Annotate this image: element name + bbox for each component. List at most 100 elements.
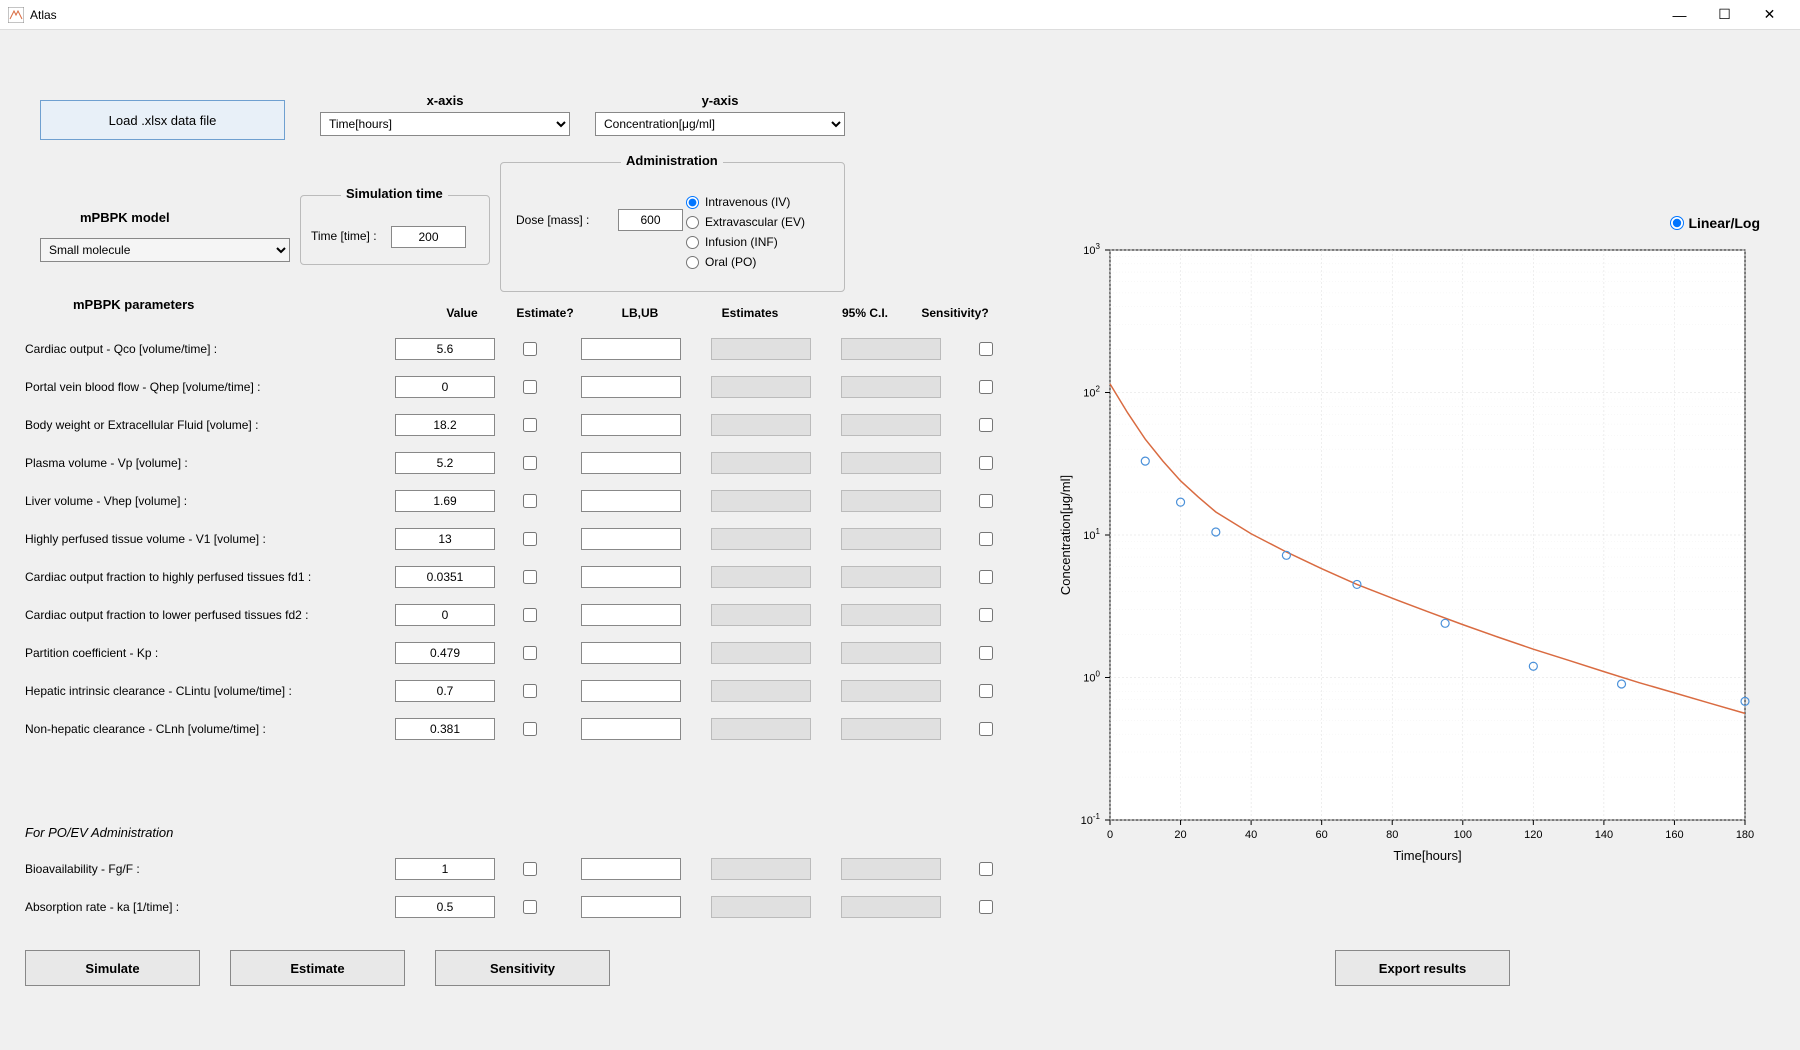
svg-text:102: 102 [1083, 385, 1100, 400]
xaxis-select[interactable]: Time[hours] [320, 112, 570, 136]
admin-radio-label-3: Oral (PO) [705, 255, 756, 269]
close-button[interactable]: ✕ [1747, 0, 1792, 30]
param-label-4: Liver volume - Vhep [volume] : [25, 494, 395, 508]
param-sens-check-0[interactable] [979, 342, 993, 356]
param-ci-7 [841, 604, 941, 626]
poev-header: For PO/EV Administration [25, 825, 173, 840]
poev-sens-check-1[interactable] [979, 900, 993, 914]
param-lbub-6[interactable] [581, 566, 681, 588]
param-sens-check-10[interactable] [979, 722, 993, 736]
param-lbub-10[interactable] [581, 718, 681, 740]
titlebar: Atlas — ☐ ✕ [0, 0, 1800, 30]
param-estimate-check-10[interactable] [523, 722, 537, 736]
poev-lbub-1[interactable] [581, 896, 681, 918]
svg-text:103: 103 [1083, 242, 1100, 257]
param-lbub-8[interactable] [581, 642, 681, 664]
admin-radio-label-2: Infusion (INF) [705, 235, 778, 249]
maximize-button[interactable]: ☐ [1702, 0, 1747, 30]
admin-radio-2[interactable]: Infusion (INF) [686, 235, 805, 249]
poev-estimate-check-0[interactable] [523, 862, 537, 876]
dose-input[interactable] [618, 209, 683, 231]
linlog-radio[interactable] [1670, 216, 1684, 230]
param-sens-check-5[interactable] [979, 532, 993, 546]
param-estimate-check-3[interactable] [523, 456, 537, 470]
admin-radio-1[interactable]: Extravascular (EV) [686, 215, 805, 229]
param-label-0: Cardiac output - Qco [volume/time] : [25, 342, 395, 356]
admin-radio-0[interactable]: Intravenous (IV) [686, 195, 805, 209]
model-select[interactable]: Small molecule [40, 238, 290, 262]
poev-value-0[interactable] [395, 858, 495, 880]
estimate-button[interactable]: Estimate [230, 950, 405, 986]
svg-text:140: 140 [1595, 829, 1613, 841]
model-label: mPBPK model [80, 210, 170, 225]
param-estimate-check-9[interactable] [523, 684, 537, 698]
param-lbub-4[interactable] [581, 490, 681, 512]
admin-radio-input-3[interactable] [686, 256, 699, 269]
simulation-time-group: Simulation time Time [time] : [300, 195, 490, 265]
param-estimate-check-6[interactable] [523, 570, 537, 584]
param-value-7[interactable] [395, 604, 495, 626]
poev-ci-0 [841, 858, 941, 880]
param-sens-check-1[interactable] [979, 380, 993, 394]
param-sens-check-3[interactable] [979, 456, 993, 470]
param-estimate-check-8[interactable] [523, 646, 537, 660]
param-value-4[interactable] [395, 490, 495, 512]
poev-estimate-check-1[interactable] [523, 900, 537, 914]
param-value-10[interactable] [395, 718, 495, 740]
param-lbub-3[interactable] [581, 452, 681, 474]
param-lbub-0[interactable] [581, 338, 681, 360]
param-ci-10 [841, 718, 941, 740]
param-sens-check-4[interactable] [979, 494, 993, 508]
export-button[interactable]: Export results [1335, 950, 1510, 986]
poev-label-1: Absorption rate - ka [1/time] : [25, 900, 395, 914]
param-value-1[interactable] [395, 376, 495, 398]
param-estimate-check-1[interactable] [523, 380, 537, 394]
sensitivity-button[interactable]: Sensitivity [435, 950, 610, 986]
param-value-3[interactable] [395, 452, 495, 474]
minimize-button[interactable]: — [1657, 0, 1702, 30]
admin-radio-input-2[interactable] [686, 236, 699, 249]
linlog-toggle[interactable]: Linear/Log [1670, 215, 1760, 231]
param-estimate-check-0[interactable] [523, 342, 537, 356]
param-lbub-1[interactable] [581, 376, 681, 398]
param-estimates-4 [711, 490, 811, 512]
poev-row-0: Bioavailability - Fg/F : [25, 850, 1005, 888]
admin-radio-input-0[interactable] [686, 196, 699, 209]
param-sens-check-7[interactable] [979, 608, 993, 622]
admin-radio-input-1[interactable] [686, 216, 699, 229]
poev-value-1[interactable] [395, 896, 495, 918]
param-lbub-9[interactable] [581, 680, 681, 702]
param-value-8[interactable] [395, 642, 495, 664]
params-header: mPBPK parameters [73, 297, 194, 312]
param-label-7: Cardiac output fraction to lower perfuse… [25, 608, 395, 622]
xaxis-label: x-axis [320, 93, 570, 108]
param-value-2[interactable] [395, 414, 495, 436]
poev-lbub-0[interactable] [581, 858, 681, 880]
param-lbub-5[interactable] [581, 528, 681, 550]
param-sens-check-8[interactable] [979, 646, 993, 660]
param-sens-check-2[interactable] [979, 418, 993, 432]
param-lbub-2[interactable] [581, 414, 681, 436]
poev-sens-check-0[interactable] [979, 862, 993, 876]
col-sens-header: Sensitivity? [915, 306, 995, 320]
yaxis-select[interactable]: Concentration[μg/ml] [595, 112, 845, 136]
param-estimate-check-4[interactable] [523, 494, 537, 508]
param-estimate-check-2[interactable] [523, 418, 537, 432]
param-estimate-check-7[interactable] [523, 608, 537, 622]
param-value-5[interactable] [395, 528, 495, 550]
param-lbub-7[interactable] [581, 604, 681, 626]
simtime-input[interactable] [391, 226, 466, 248]
admin-radio-3[interactable]: Oral (PO) [686, 255, 805, 269]
param-value-6[interactable] [395, 566, 495, 588]
param-sens-check-6[interactable] [979, 570, 993, 584]
param-label-6: Cardiac output fraction to highly perfus… [25, 570, 395, 584]
param-sens-check-9[interactable] [979, 684, 993, 698]
col-lbub-header: LB,UB [595, 306, 685, 320]
chart-svg: 02040608010012014016018010-1100101102103… [1055, 240, 1755, 875]
param-value-9[interactable] [395, 680, 495, 702]
param-estimate-check-5[interactable] [523, 532, 537, 546]
param-label-9: Hepatic intrinsic clearance - CLintu [vo… [25, 684, 395, 698]
param-value-0[interactable] [395, 338, 495, 360]
simulate-button[interactable]: Simulate [25, 950, 200, 986]
load-data-button[interactable]: Load .xlsx data file [40, 100, 285, 140]
